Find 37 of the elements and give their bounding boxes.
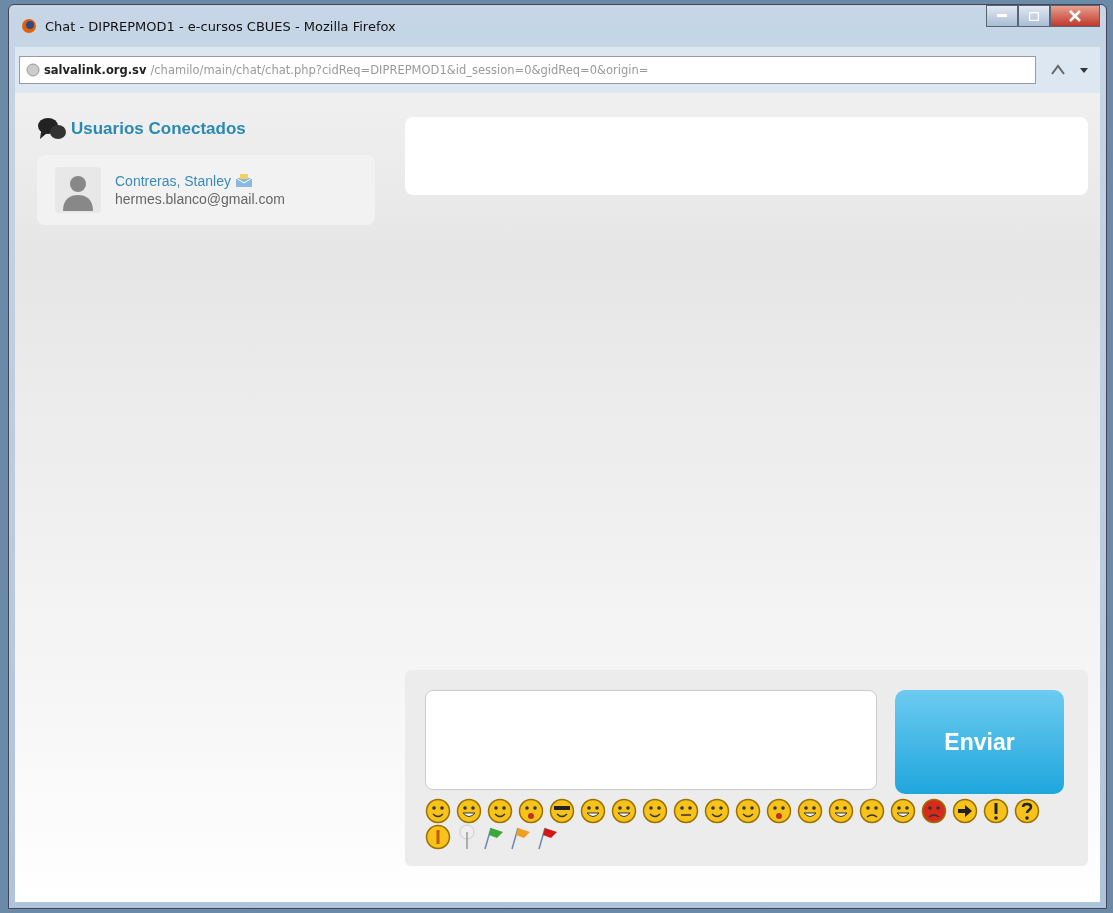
smiley-icon[interactable] bbox=[549, 798, 575, 824]
smiley-icon[interactable] bbox=[642, 798, 668, 824]
smiley-icon[interactable] bbox=[580, 798, 606, 824]
globe-icon bbox=[26, 63, 40, 77]
user-card[interactable]: Contreras, Stanley hermes.blanco@gmail.com bbox=[37, 155, 375, 225]
smiley-icon[interactable] bbox=[425, 798, 451, 824]
smiley-icon[interactable] bbox=[487, 798, 513, 824]
browser-logo-icon bbox=[21, 18, 37, 34]
maximize-icon bbox=[1029, 11, 1039, 21]
question-icon[interactable] bbox=[1014, 798, 1040, 824]
sidebar-title: Usuarios Conectados bbox=[71, 119, 246, 139]
user-email: hermes.blanco@gmail.com bbox=[115, 191, 285, 207]
smiley-icon[interactable] bbox=[828, 798, 854, 824]
smiley-icon[interactable] bbox=[890, 798, 916, 824]
message-input[interactable] bbox=[425, 690, 877, 790]
smiley-icon[interactable] bbox=[456, 798, 482, 824]
smiley-icon[interactable] bbox=[611, 798, 637, 824]
address-bar[interactable]: salvalink.org.sv /chamilo/main/chat/chat.php?cidReq=DIPREPMOD1&id_session=0&gidReq=0&origin= bbox=[19, 56, 1036, 84]
lightbulb-icon[interactable] bbox=[425, 824, 451, 850]
smiley-icon[interactable] bbox=[735, 798, 761, 824]
minimize-icon bbox=[997, 14, 1007, 18]
smiley-icon[interactable] bbox=[797, 798, 823, 824]
smiley-icon[interactable] bbox=[859, 798, 885, 824]
smiley-icon[interactable] bbox=[704, 798, 730, 824]
user-name[interactable]: Contreras, Stanley bbox=[115, 173, 231, 189]
window-title: Chat - DIPREPMOD1 - e-cursos CBUES - Mozilla Firefox bbox=[45, 18, 397, 34]
minimize-button[interactable] bbox=[986, 5, 1018, 27]
close-icon bbox=[1069, 10, 1081, 22]
exclamation-icon[interactable] bbox=[983, 798, 1009, 824]
mail-icon bbox=[234, 174, 253, 188]
dropdown-caret-icon[interactable] bbox=[1080, 67, 1088, 73]
avatar-icon bbox=[55, 167, 101, 213]
maximize-button[interactable] bbox=[1018, 5, 1050, 27]
close-button[interactable] bbox=[1050, 5, 1100, 27]
chat-bubbles-icon bbox=[37, 117, 67, 141]
smiley-icon[interactable] bbox=[673, 798, 699, 824]
smiley-icon[interactable] bbox=[921, 798, 947, 824]
